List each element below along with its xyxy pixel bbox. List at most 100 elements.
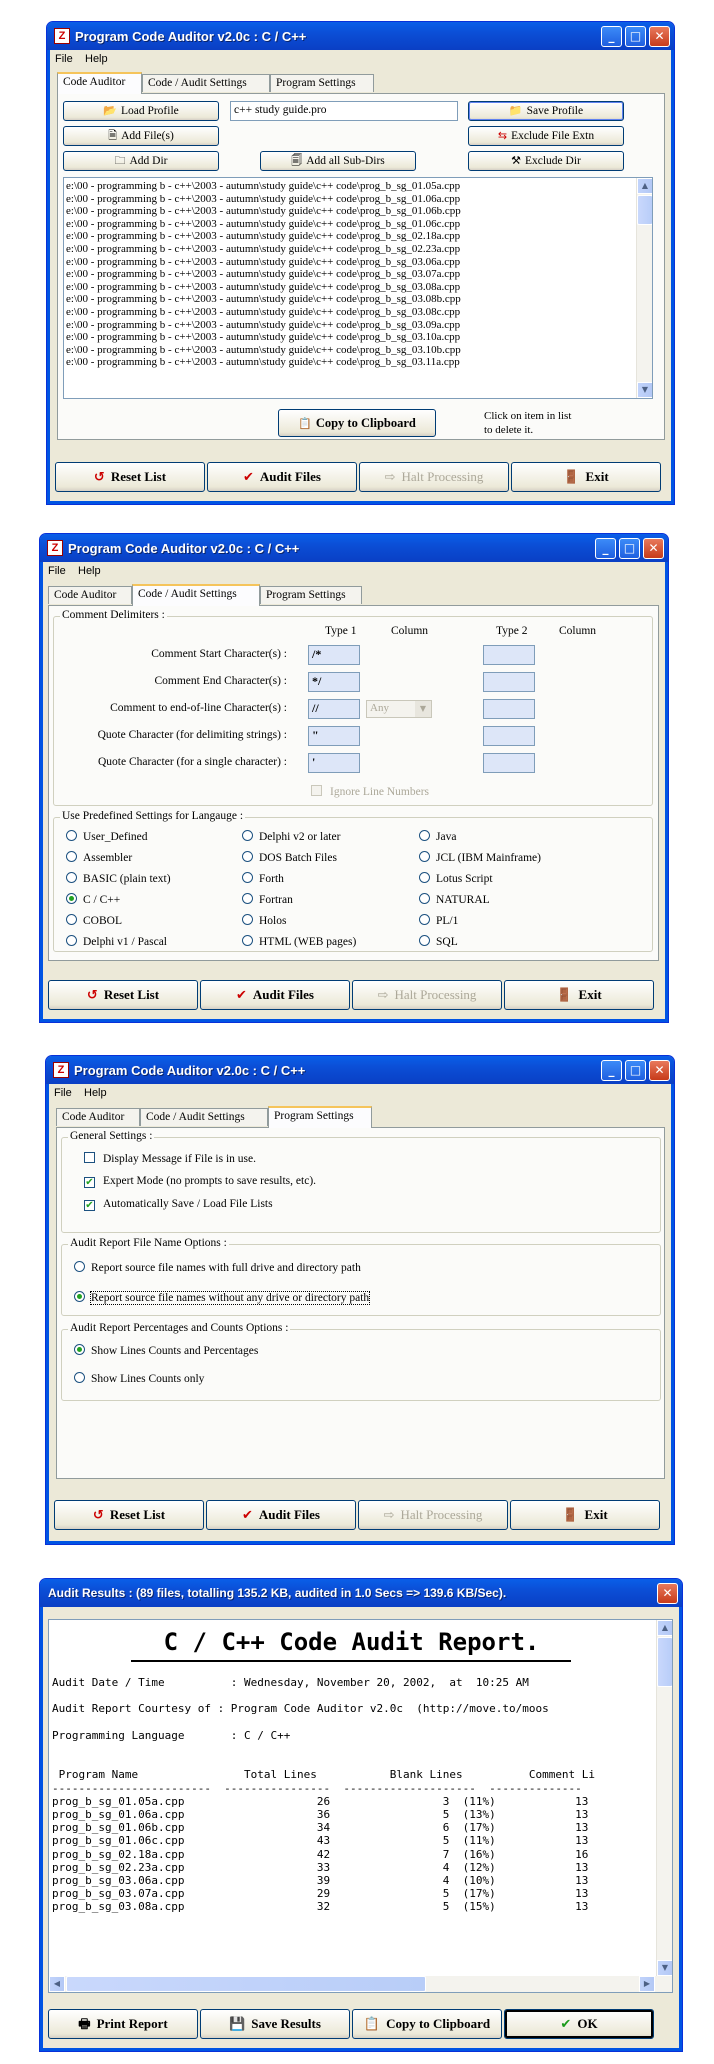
audit-files-button[interactable]: ✔ Audit Files	[200, 980, 350, 1010]
language-radio[interactable]: DOS Batch Files	[242, 851, 337, 864]
tab-program-settings[interactable]: Program Settings	[268, 1106, 372, 1128]
exclude-dir-button[interactable]: ⚒ Exclude Dir	[468, 151, 624, 171]
exit-button[interactable]: 🚪 Exit	[504, 980, 654, 1010]
tab-code-auditor[interactable]: Code Auditor	[48, 586, 132, 604]
scroll-up-arrow[interactable]: ▲	[637, 178, 652, 194]
exclude-file-extn-button[interactable]: ⇆ Exclude File Extn	[468, 126, 624, 146]
copy-to-clipboard-button[interactable]: 📋 Copy to Clipboard	[278, 409, 436, 437]
quote-char-type2-field[interactable]	[483, 753, 535, 773]
file-list-item[interactable]: e:\00 - programming b - c++\2003 - autum…	[64, 306, 635, 319]
menu-file[interactable]: File	[54, 1087, 72, 1099]
language-radio[interactable]: PL/1	[419, 914, 458, 927]
title-bar[interactable]: Z Program Code Auditor v2.0c : C / C++ _…	[47, 22, 674, 50]
reset-list-button[interactable]: ↺ Reset List	[54, 1500, 204, 1530]
display-message-checkbox[interactable]: Display Message if File is in use.	[84, 1152, 256, 1165]
file-list-scrollbar[interactable]: ▲ ▼	[636, 178, 652, 398]
reset-list-button[interactable]: ↺ Reset List	[55, 462, 205, 492]
file-list[interactable]: e:\00 - programming b - c++\2003 - autum…	[63, 177, 653, 399]
file-list-item[interactable]: e:\00 - programming b - c++\2003 - autum…	[64, 180, 635, 193]
language-radio[interactable]: Assembler	[66, 851, 132, 864]
audit-report-view[interactable]: C / C++ Code Audit Report. Audit Date / …	[48, 1619, 673, 1993]
comment-end-type2-field[interactable]	[483, 672, 535, 692]
save-results-button[interactable]: 💾 Save Results	[200, 2009, 350, 2039]
tab-code-auditor[interactable]: Code Auditor	[57, 72, 142, 94]
load-profile-button[interactable]: 📂 Load Profile	[63, 101, 219, 121]
copy-to-clipboard-button[interactable]: 📋 Copy to Clipboard	[352, 2009, 502, 2039]
show-percentages-radio[interactable]: Show Lines Counts and Percentages	[74, 1344, 258, 1357]
language-radio[interactable]: Holos	[242, 914, 286, 927]
language-radio[interactable]: HTML (WEB pages)	[242, 935, 356, 948]
tab-program-settings[interactable]: Program Settings	[260, 586, 362, 604]
maximize-button[interactable]: □	[625, 26, 646, 47]
tab-code-audit-settings[interactable]: Code / Audit Settings	[132, 584, 260, 606]
comment-start-type2-field[interactable]	[483, 645, 535, 665]
tab-code-auditor[interactable]: Code Auditor	[56, 1108, 140, 1126]
file-list-item[interactable]: e:\00 - programming b - c++\2003 - autum…	[64, 268, 635, 281]
file-list-item[interactable]: e:\00 - programming b - c++\2003 - autum…	[64, 256, 635, 269]
close-button[interactable]: ✕	[657, 1583, 678, 1604]
ok-button[interactable]: ✔ OK	[504, 2009, 654, 2039]
minimize-button[interactable]: _	[601, 1060, 622, 1081]
file-list-item[interactable]: e:\00 - programming b - c++\2003 - autum…	[64, 293, 635, 306]
report-hscrollbar[interactable]: ◀ ▶	[49, 1976, 672, 1992]
close-button[interactable]: ✕	[643, 538, 664, 559]
comment-start-type1-field[interactable]: /*	[308, 645, 360, 665]
language-radio[interactable]: Delphi v2 or later	[242, 830, 340, 843]
scroll-down-arrow[interactable]: ▼	[637, 382, 652, 398]
menu-help[interactable]: Help	[85, 53, 108, 65]
file-list-item[interactable]: e:\00 - programming b - c++\2003 - autum…	[64, 281, 635, 294]
language-radio[interactable]: Java	[419, 830, 456, 843]
quote-char-type1-field[interactable]: '	[308, 753, 360, 773]
file-list-item[interactable]: e:\00 - programming b - c++\2003 - autum…	[64, 331, 635, 344]
menu-help[interactable]: Help	[78, 565, 101, 577]
h-scroll-thumb[interactable]	[66, 1976, 426, 1992]
file-list-item[interactable]: e:\00 - programming b - c++\2003 - autum…	[64, 319, 635, 332]
language-radio[interactable]: Delphi v1 / Pascal	[66, 935, 167, 948]
file-list-item[interactable]: e:\00 - programming b - c++\2003 - autum…	[64, 344, 635, 357]
menu-file[interactable]: File	[48, 565, 66, 577]
halt-processing-button[interactable]: ⇨ Halt Processing	[359, 462, 509, 492]
file-list-item[interactable]: e:\00 - programming b - c++\2003 - autum…	[64, 356, 635, 369]
language-radio[interactable]: Lotus Script	[419, 872, 493, 885]
audit-files-button[interactable]: ✔ Audit Files	[206, 1500, 356, 1530]
minimize-button[interactable]: _	[595, 538, 616, 559]
title-bar[interactable]: Audit Results : (89 files, totalling 135…	[40, 1579, 682, 1607]
comment-end-type1-field[interactable]: */	[308, 672, 360, 692]
language-radio[interactable]: Forth	[242, 872, 284, 885]
file-list-item[interactable]: e:\00 - programming b - c++\2003 - autum…	[64, 193, 635, 206]
language-radio[interactable]: NATURAL	[419, 893, 490, 906]
add-dir-button[interactable]: 🗀 Add Dir	[63, 151, 219, 171]
comment-eol-type2-field[interactable]	[483, 699, 535, 719]
file-list-item[interactable]: e:\00 - programming b - c++\2003 - autum…	[64, 218, 635, 231]
language-radio[interactable]: SQL	[419, 935, 458, 948]
file-list-item[interactable]: e:\00 - programming b - c++\2003 - autum…	[64, 243, 635, 256]
title-bar[interactable]: Z Program Code Auditor v2.0c : C / C++ _…	[40, 534, 668, 562]
profile-name-field[interactable]: c++ study guide.pro	[230, 101, 458, 121]
menu-file[interactable]: File	[55, 53, 73, 65]
language-radio[interactable]: C / C++	[66, 893, 120, 906]
no-path-radio[interactable]: Report source file names without any dri…	[74, 1291, 371, 1305]
language-radio[interactable]: JCL (IBM Mainframe)	[419, 851, 541, 864]
maximize-button[interactable]: □	[619, 538, 640, 559]
add-all-subdirs-button[interactable]: 🗐 Add all Sub-Dirs	[260, 151, 416, 171]
comment-eol-type1-field[interactable]: //	[308, 699, 360, 719]
scroll-thumb[interactable]	[657, 1637, 672, 1687]
scroll-thumb[interactable]	[637, 195, 652, 225]
scroll-right-arrow[interactable]: ▶	[639, 1976, 655, 1992]
exit-button[interactable]: 🚪 Exit	[511, 462, 661, 492]
quote-string-type2-field[interactable]	[483, 726, 535, 746]
reset-list-button[interactable]: ↺ Reset List	[48, 980, 198, 1010]
file-list-item[interactable]: e:\00 - programming b - c++\2003 - autum…	[64, 230, 635, 243]
add-files-button[interactable]: 🗎 Add File(s)	[63, 126, 219, 146]
scroll-up-arrow[interactable]: ▲	[657, 1620, 672, 1636]
close-button[interactable]: ✕	[649, 26, 670, 47]
full-path-radio[interactable]: Report source file names with full drive…	[74, 1261, 361, 1274]
expert-mode-checkbox[interactable]: ✔ Expert Mode (no prompts to save results…	[84, 1175, 316, 1188]
title-bar[interactable]: Z Program Code Auditor v2.0c : C / C++ _…	[46, 1056, 674, 1084]
report-vscrollbar[interactable]: ▲ ▼	[656, 1620, 672, 1976]
language-radio[interactable]: User_Defined	[66, 830, 148, 843]
tab-code-audit-settings[interactable]: Code / Audit Settings	[140, 1108, 268, 1126]
halt-processing-button[interactable]: ⇨ Halt Processing	[352, 980, 502, 1010]
auto-save-checkbox[interactable]: ✔ Automatically Save / Load File Lists	[84, 1198, 273, 1211]
maximize-button[interactable]: □	[625, 1060, 646, 1081]
